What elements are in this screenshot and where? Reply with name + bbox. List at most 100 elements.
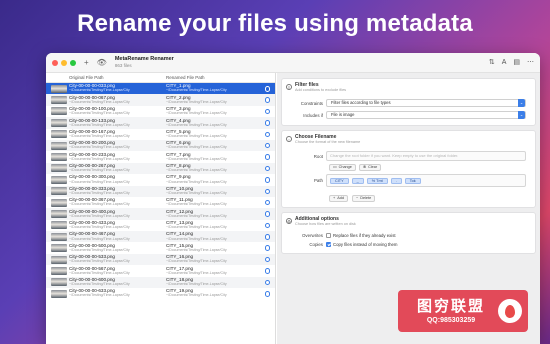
- row-select-radio[interactable]: [264, 165, 270, 172]
- renamed-cell: CITY_1.png ~/Documents/Testing/Time-Lapse…: [166, 84, 266, 93]
- table-row[interactable]: City-00-00-00-533.png ~/Documents/Testing…: [46, 253, 275, 266]
- constraints-value: Filter files according to file types: [331, 100, 391, 105]
- constraints-select[interactable]: Filter files according to file types ⌄: [326, 99, 526, 107]
- original-cell: City-00-00-00-133.png ~/Documents/Testing…: [69, 118, 166, 128]
- thumbnail-image: [51, 198, 67, 207]
- includes-value: File is image: [331, 112, 355, 117]
- original-path: ~/Documents/Testing/Time-Lapse/City: [69, 156, 130, 161]
- includes-select[interactable]: File is image ⌄: [326, 111, 526, 119]
- root-input[interactable]: Change the root folder if you want. Keep…: [326, 151, 526, 161]
- thumbnail-image: [51, 175, 67, 184]
- renamed-path: ~/Documents/Testing/Time-Lapse/City: [166, 111, 227, 116]
- chevron-down-icon: ⌄: [518, 99, 525, 107]
- row-select-radio[interactable]: [264, 279, 270, 286]
- clear-icon: ⊗: [362, 165, 367, 169]
- minimize-window-button[interactable]: [61, 59, 67, 66]
- text-format-icon[interactable]: A: [502, 53, 507, 73]
- table-row[interactable]: City-00-00-00-367.png ~/Documents/Testing…: [46, 197, 275, 208]
- table-row[interactable]: City-00-00-00-200.png ~/Documents/Testing…: [46, 139, 275, 152]
- table-row[interactable]: City-00-00-00-567.png ~/Documents/Testing…: [46, 265, 275, 276]
- row-select-radio[interactable]: [264, 211, 270, 217]
- column-header-renamed[interactable]: Renamed File Path: [164, 75, 205, 80]
- path-token[interactable]: .: [390, 177, 402, 184]
- watermark-badge: 图穷联盟 QQ:985303259: [398, 290, 528, 332]
- renamed-cell: CITY_18.png ~/Documents/Testing/Time-Laps…: [166, 277, 266, 287]
- renamed-path: ~/Documents/Testing/Time-Lapse/City: [166, 247, 227, 252]
- includes-label: Includes if: [303, 112, 323, 118]
- sort-icon[interactable]: ⇅: [489, 53, 495, 73]
- row-select-radio[interactable]: [264, 268, 270, 274]
- row-select-radio[interactable]: [264, 234, 270, 240]
- row-select-radio[interactable]: [264, 245, 270, 251]
- original-path: ~/Documents/Testing/Time-Lapse/City: [69, 179, 130, 184]
- gear-icon: ⚙: [286, 217, 292, 224]
- path-token[interactable]: _: [351, 177, 364, 184]
- table-row[interactable]: City-00-00-00-333.png ~/Documents/Testing…: [46, 185, 275, 197]
- table-row[interactable]: City-00-00-00-433.png ~/Documents/Testing…: [46, 220, 275, 231]
- copies-checkbox[interactable]: [326, 242, 331, 247]
- change-root-label: Change: [338, 165, 352, 169]
- table-row[interactable]: City-00-00-00-300.png ~/Documents/Testing…: [46, 174, 275, 185]
- row-select-radio[interactable]: [264, 188, 270, 195]
- document-icon[interactable]: ▤: [513, 53, 520, 73]
- original-cell: City-00-00-00-633.png ~/Documents/Testing…: [69, 289, 166, 298]
- original-path: ~/Documents/Testing/Time-Lapse/City: [69, 202, 130, 207]
- row-select-radio[interactable]: [264, 108, 270, 115]
- renamed-cell: CITY_8.png ~/Documents/Testing/Time-Lapse…: [166, 163, 266, 173]
- more-icon[interactable]: ⋯: [527, 53, 534, 73]
- document-icon: ▫: [286, 135, 292, 142]
- thumbnail-image: [51, 289, 67, 298]
- table-row[interactable]: City-00-00-00-167.png ~/Documents/Testing…: [46, 129, 275, 140]
- renamed-path: ~/Documents/Testing/Time-Lapse/City: [166, 134, 227, 138]
- change-root-button[interactable]: ▭ Change: [329, 164, 356, 171]
- renamed-cell: CITY_2.png ~/Documents/Testing/Time-Lapse…: [166, 95, 266, 105]
- add-token-button[interactable]: + Add: [329, 195, 348, 202]
- zoom-window-button[interactable]: [70, 59, 76, 66]
- renamed-cell: CITY_13.png ~/Documents/Testing/Time-Laps…: [166, 220, 266, 230]
- row-select-radio[interactable]: [264, 142, 270, 149]
- chevron-down-icon: ⌄: [518, 111, 525, 119]
- path-token[interactable]: CITY: [330, 177, 349, 184]
- table-row[interactable]: City-00-00-00-633.png ~/Documents/Testing…: [46, 288, 275, 299]
- preview-icon[interactable]: 👁: [97, 53, 107, 73]
- table-row[interactable]: City-00-00-00-233.png ~/Documents/Testing…: [46, 151, 275, 162]
- row-select-radio[interactable]: [264, 222, 270, 229]
- table-row[interactable]: City-00-00-00-267.png ~/Documents/Testing…: [46, 162, 275, 175]
- table-row[interactable]: City-00-00-00-133.png ~/Documents/Testing…: [46, 117, 275, 129]
- original-cell: City-00-00-00-400.png ~/Documents/Testing…: [69, 209, 166, 219]
- table-row[interactable]: City-00-00-00-033.png ~/Documents/Testing…: [46, 83, 275, 95]
- original-cell: City-00-00-00-567.png ~/Documents/Testing…: [69, 266, 166, 276]
- thumbnail-image: [51, 187, 67, 196]
- row-select-radio[interactable]: [264, 256, 270, 263]
- extension-token[interactable]: Tok: [404, 177, 421, 184]
- row-select-radio[interactable]: [264, 131, 270, 138]
- overwrites-checkbox[interactable]: [326, 233, 331, 238]
- path-token[interactable]: % Tmt: [366, 177, 388, 184]
- overwrites-text: Replace files if they already exist: [333, 233, 396, 238]
- table-row[interactable]: City-00-00-00-600.png ~/Documents/Testing…: [46, 276, 275, 289]
- row-select-radio[interactable]: [264, 199, 270, 206]
- table-row[interactable]: City-00-00-00-067.png ~/Documents/Testing…: [46, 94, 275, 106]
- table-row[interactable]: City-00-00-00-400.png ~/Documents/Testing…: [46, 208, 275, 220]
- table-row[interactable]: City-00-00-00-500.png ~/Documents/Testing…: [46, 242, 275, 253]
- row-select-radio[interactable]: [264, 177, 270, 183]
- row-select-radio[interactable]: [264, 86, 270, 92]
- path-token-field[interactable]: CITY _ % Tmt . Tok: [326, 174, 526, 187]
- table-row[interactable]: City-00-00-00-467.png ~/Documents/Testing…: [46, 231, 275, 243]
- renamed-path: ~/Documents/Testing/Time-Lapse/City: [166, 190, 227, 195]
- row-select-radio[interactable]: [264, 120, 270, 126]
- close-window-button[interactable]: [52, 59, 58, 66]
- original-path: ~/Documents/Testing/Time-Lapse/City: [69, 134, 130, 138]
- row-select-radio[interactable]: [264, 97, 270, 103]
- column-header-original[interactable]: Original File Path: [46, 75, 164, 80]
- add-files-button[interactable]: +: [84, 53, 89, 73]
- table-row[interactable]: City-00-00-00-100.png ~/Documents/Testing…: [46, 106, 275, 117]
- original-path: ~/Documents/Testing/Time-Lapse/City: [69, 270, 130, 275]
- clear-root-button[interactable]: ⊗ Clear: [358, 164, 382, 171]
- delete-token-button[interactable]: − Delete: [351, 195, 376, 202]
- original-path: ~/Documents/Testing/Time-Lapse/City: [69, 88, 130, 93]
- row-select-radio[interactable]: [264, 154, 270, 160]
- row-select-radio[interactable]: [264, 291, 270, 297]
- original-cell: City-00-00-00-433.png ~/Documents/Testing…: [69, 220, 166, 230]
- renamed-cell: CITY_17.png ~/Documents/Testing/Time-Laps…: [166, 266, 266, 276]
